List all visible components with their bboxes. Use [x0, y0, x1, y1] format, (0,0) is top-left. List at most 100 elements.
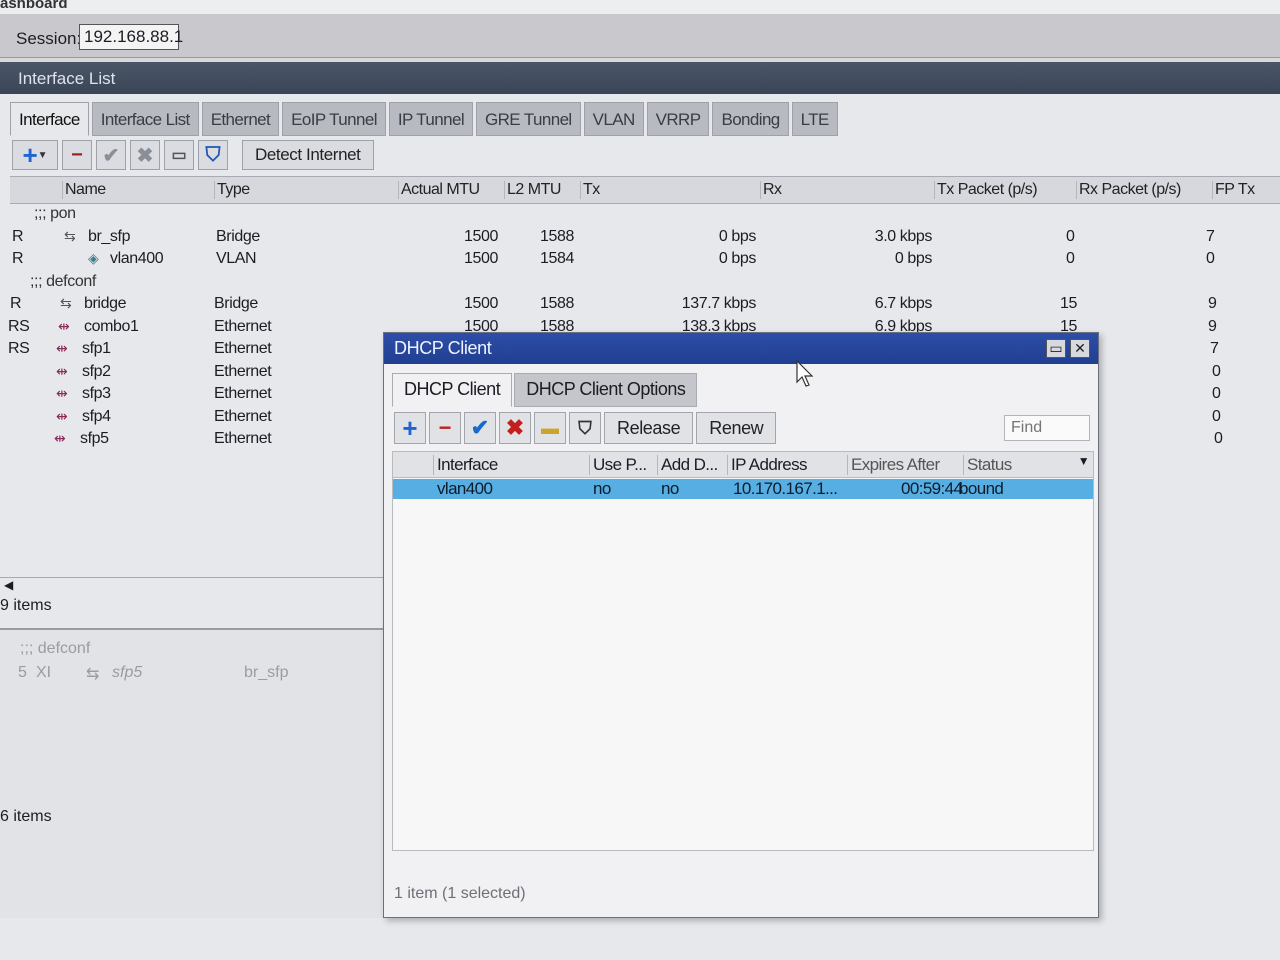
col-type[interactable]: Type: [214, 181, 250, 199]
row-type: Ethernet: [214, 385, 272, 402]
col-tx-packet[interactable]: Tx Packet (p/s): [934, 181, 1038, 199]
window-title: Interface List: [0, 62, 1280, 94]
tab-dhcp-client[interactable]: DHCP Client: [392, 373, 513, 407]
disable-button[interactable]: ✖: [130, 140, 160, 170]
session-input[interactable]: 192.168.88.1: [79, 24, 183, 50]
dhcp-client-dialog: DHCP Client ▭ ✕ DHCP Client DHCP Client …: [383, 332, 1099, 918]
interface-toolbar: + ▼ − ✔ ✖ ▭ ⛉ Detect Internet: [12, 138, 378, 172]
row-rx: 6.7 kbps: [874, 295, 933, 312]
lower-row-iface[interactable]: sfp5: [112, 664, 142, 682]
row-status: bound: [959, 479, 1004, 498]
bridge-icon: ⇆: [64, 227, 76, 244]
row-flag: RS: [8, 340, 30, 357]
col-rx[interactable]: Rx: [760, 181, 782, 199]
tab-gre-tunnel[interactable]: GRE Tunnel: [476, 102, 581, 136]
filter-button[interactable]: ⛉: [198, 140, 228, 170]
enable-button[interactable]: ✔: [464, 412, 496, 444]
plus-icon: +: [402, 413, 418, 443]
chevron-down-icon: ▼: [37, 149, 48, 161]
row-type: Bridge: [214, 295, 258, 312]
table-row[interactable]: R ⇆ bridge Bridge 1500 1588 137.7 kbps 6…: [0, 294, 1280, 317]
row-type: Ethernet: [214, 317, 272, 335]
col-rx-packet[interactable]: Rx Packet (p/s): [1076, 181, 1181, 199]
col-l2-mtu[interactable]: L2 MTU: [504, 181, 561, 199]
col-tx[interactable]: Tx: [580, 181, 600, 199]
row-rx: 0 bps: [894, 250, 933, 267]
row-l2mtu: 1584: [540, 250, 574, 267]
find-input[interactable]: [1004, 415, 1090, 441]
tab-bonding[interactable]: Bonding: [712, 102, 789, 136]
row-type: Ethernet: [214, 407, 272, 425]
row-type: VLAN: [216, 250, 257, 267]
tab-ip-tunnel[interactable]: IP Tunnel: [388, 102, 473, 136]
table-row[interactable]: vlan400 no no 10.170.167.1... 00:59:44 b…: [393, 479, 1093, 499]
add-button[interactable]: + ▼: [12, 140, 58, 170]
table-row[interactable]: R ◈ vlan400 VLAN 1500 1584 0 bps 0 bps 0…: [0, 249, 1280, 272]
col-status[interactable]: Status: [963, 455, 1012, 475]
detect-internet-button[interactable]: Detect Internet: [242, 140, 374, 170]
col-name[interactable]: Name: [62, 181, 106, 199]
app-title: ashboard: [0, 0, 68, 12]
group-header: ;;; pon: [0, 204, 1280, 227]
x-icon: ✖: [505, 415, 525, 440]
dialog-status: 1 item (1 selected): [394, 885, 526, 902]
tab-interface-list[interactable]: Interface List: [91, 102, 199, 136]
row-type: Ethernet: [214, 430, 272, 447]
dialog-toolbar: + − ✔ ✖ ▬ ⛉ Release Renew: [394, 411, 779, 445]
table-row[interactable]: R ⇆ br_sfp Bridge 1500 1588 0 bps 3.0 kb…: [0, 227, 1280, 250]
release-button[interactable]: Release: [604, 412, 694, 444]
disable-button[interactable]: ✖: [499, 412, 531, 444]
row-rx: 3.0 kbps: [874, 227, 933, 245]
row-ip-address: 10.170.167.1...: [733, 479, 838, 498]
row-tx-packet: 0: [1066, 227, 1075, 245]
add-button[interactable]: +: [394, 412, 426, 444]
ethernet-icon: ⇹: [58, 317, 70, 334]
ethernet-icon: ⇹: [56, 385, 68, 401]
row-rx-packet: 0: [1214, 430, 1223, 447]
filter-button[interactable]: ⛉: [569, 412, 601, 444]
col-ip-address[interactable]: IP Address: [727, 455, 808, 475]
row-type: Ethernet: [214, 362, 272, 380]
tab-vrrp[interactable]: VRRP: [646, 102, 710, 136]
row-rx-packet: 9: [1208, 317, 1217, 335]
close-button[interactable]: ✕: [1070, 339, 1090, 358]
remove-button[interactable]: −: [62, 140, 92, 170]
row-l2mtu: 1588: [540, 227, 574, 245]
row-flag: R: [12, 227, 24, 245]
maximize-button[interactable]: ▭: [1046, 339, 1066, 358]
tab-dhcp-client-options[interactable]: DHCP Client Options: [514, 373, 698, 407]
tab-lte[interactable]: LTE: [791, 102, 838, 136]
comment-button[interactable]: ▬: [534, 412, 566, 444]
col-actual-mtu[interactable]: Actual MTU: [398, 181, 480, 199]
tab-interface[interactable]: Interface: [10, 102, 89, 136]
plus-icon: +: [22, 140, 38, 170]
col-fp-tx[interactable]: FP Tx: [1212, 181, 1255, 199]
row-type: Bridge: [216, 227, 260, 245]
row-interface: vlan400: [437, 479, 493, 498]
filter-icon: ⛉: [578, 417, 592, 438]
renew-button[interactable]: Renew: [696, 412, 777, 444]
interface-tabs: Interface Interface List Ethernet EoIP T…: [10, 102, 841, 136]
tab-ethernet[interactable]: Ethernet: [201, 102, 280, 136]
comment-button[interactable]: ▭: [164, 140, 194, 170]
vlan-icon: ◈: [88, 250, 99, 266]
row-rx-packet: 0: [1212, 407, 1221, 425]
row-type: Ethernet: [214, 340, 272, 357]
chevron-down-icon[interactable]: ▼: [1075, 454, 1090, 468]
check-icon: ✔: [102, 144, 120, 167]
enable-button[interactable]: ✔: [96, 140, 126, 170]
row-mtu: 1500: [464, 250, 498, 267]
scroll-left-arrow[interactable]: ◀: [0, 577, 385, 599]
check-icon: ✔: [470, 415, 490, 440]
remove-button[interactable]: −: [429, 412, 461, 444]
row-flag: R: [10, 295, 22, 312]
col-expires-after[interactable]: Expires After: [847, 455, 940, 475]
tab-eoip-tunnel[interactable]: EoIP Tunnel: [282, 102, 386, 136]
col-add-default[interactable]: Add D...: [657, 455, 718, 475]
col-use-peer[interactable]: Use P...: [589, 455, 647, 475]
comment-icon: ▭: [171, 147, 187, 164]
col-interface[interactable]: Interface: [433, 455, 498, 475]
tab-vlan[interactable]: VLAN: [583, 102, 644, 136]
session-bar: Session: 192.168.88.1: [0, 14, 1280, 58]
close-icon: ✕: [1074, 340, 1086, 356]
